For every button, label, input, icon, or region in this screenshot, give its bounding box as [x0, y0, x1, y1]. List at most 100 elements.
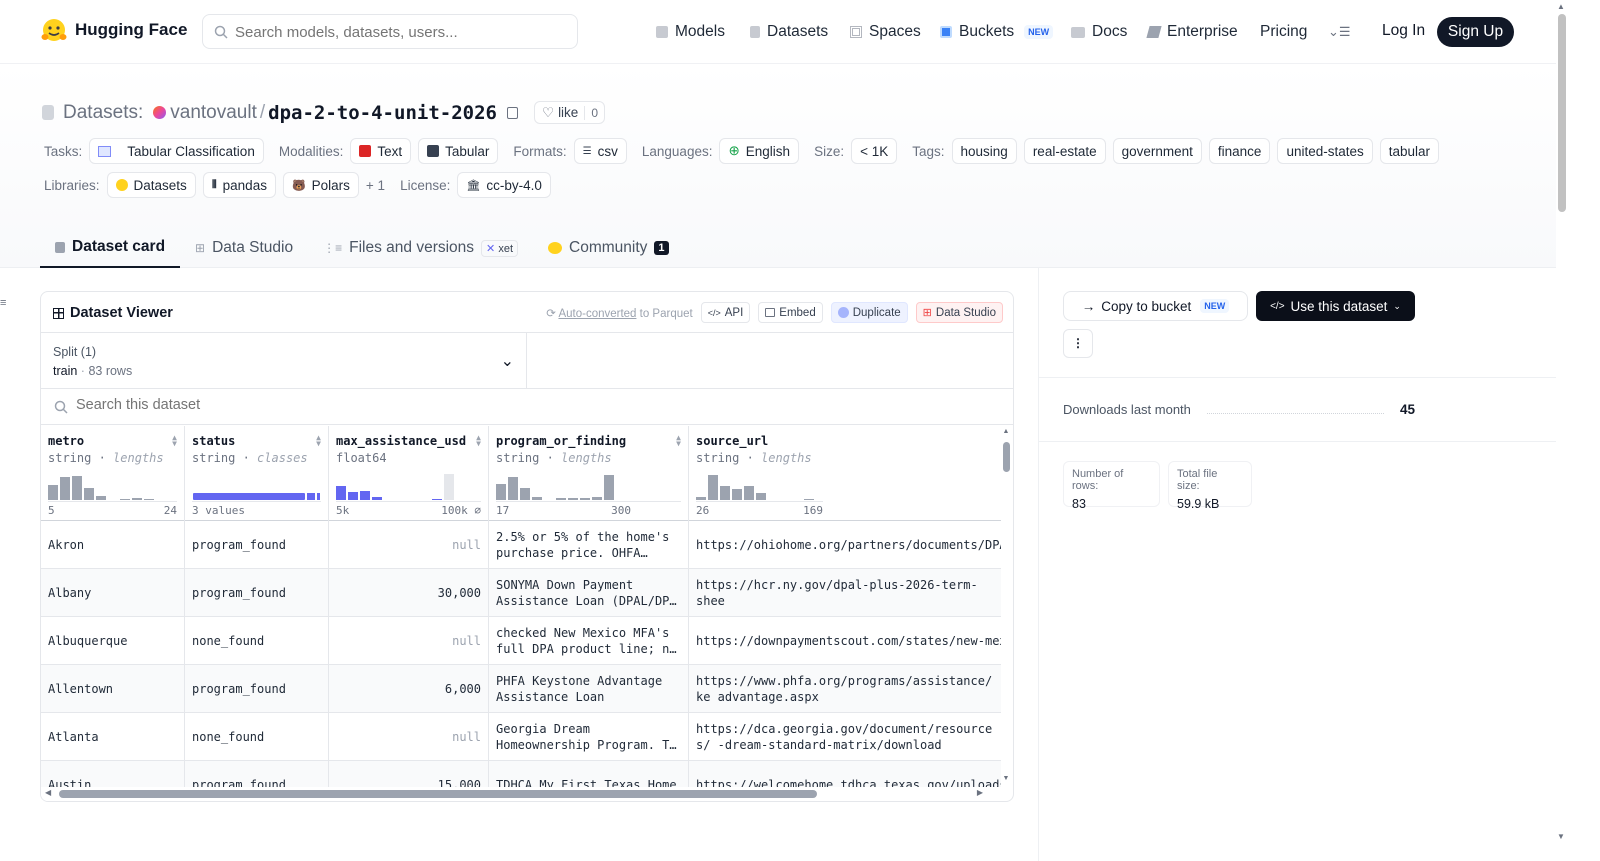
sort-icon[interactable]: ▲ ▼	[676, 434, 681, 448]
copy-to-bucket-button[interactable]: → Copy to bucket NEW	[1063, 291, 1248, 321]
table-cell[interactable]: none_found	[185, 713, 328, 761]
search-input[interactable]	[235, 22, 565, 42]
auto-converted-link[interactable]: ⟳ Auto-converted to Parquet	[546, 306, 692, 320]
table-cell[interactable]: Atlanta	[41, 713, 184, 761]
table-cell[interactable]: program_found	[185, 665, 328, 713]
column-header[interactable]: metro string · lengths ▲ ▼ 5 24	[41, 426, 184, 521]
datasets-prefix[interactable]: Datasets:	[63, 102, 143, 124]
modality-text[interactable]: Text	[350, 138, 412, 164]
table-horizontal-scrollbar[interactable]: ◀ ▶	[41, 787, 1001, 801]
split-selector[interactable]: Split (1) train · 83 rows ⌄	[41, 333, 1013, 389]
table-cell[interactable]: 2.5% or 5% of the home's purchase price.…	[489, 521, 688, 569]
format-tag[interactable]: ☰ csv	[573, 138, 627, 164]
sort-icon[interactable]: ▲ ▼	[476, 434, 481, 448]
language-tag[interactable]: ⊕ English	[719, 138, 800, 164]
tab-dataset-card[interactable]: Dataset card	[40, 228, 181, 268]
scroll-up-arrow[interactable]: ▲	[1557, 2, 1565, 11]
table-cell[interactable]: Albany	[41, 569, 184, 617]
task-tag[interactable]: Tabular Classification	[89, 138, 264, 164]
tag-real-estate[interactable]: real-estate	[1023, 138, 1106, 164]
license-tag[interactable]: 🏛 cc-by-4.0	[457, 172, 551, 198]
nav-models[interactable]: Models	[656, 0, 725, 64]
page-scrollbar[interactable]: ▲ ▼	[1556, 0, 1568, 861]
dataset-search-input[interactable]	[76, 397, 576, 413]
nav-pricing[interactable]: Pricing	[1260, 0, 1307, 64]
table-cell[interactable]: null	[329, 521, 488, 569]
column-header[interactable]: max_assistance_usd float64 ▲ ▼ 5k 100k ⌀	[329, 426, 488, 521]
sort-icon[interactable]: ▲ ▼	[172, 434, 177, 448]
table-cell[interactable]: https://downpaymentscout.com/states/new-…	[689, 617, 1001, 665]
table-cell[interactable]: https://ohiohome.org/partners/documents/…	[689, 521, 1001, 569]
table-cell[interactable]: Georgia Dream Homeownership Program. T…	[489, 713, 688, 761]
nav-enterprise[interactable]: Enterprise	[1146, 0, 1238, 64]
more-menu-icon[interactable]: ⌄☰	[1328, 0, 1351, 64]
signup-button[interactable]: Sign Up	[1437, 17, 1514, 47]
table-vertical-scrollbar[interactable]: ▲ ▼	[1001, 428, 1011, 782]
tab-community[interactable]: Community 1	[533, 228, 684, 268]
table-cell[interactable]: Allentown	[41, 665, 184, 713]
nav-buckets[interactable]: Buckets NEW	[940, 0, 1054, 64]
hugging-face-logo[interactable]	[40, 17, 68, 45]
lib-polars[interactable]: 🐻 Polars	[282, 172, 359, 198]
table-cell[interactable]: https://dca.georgia.gov/document/resourc…	[689, 713, 1001, 761]
search-icon	[214, 25, 228, 39]
table-cell[interactable]: Albuquerque	[41, 617, 184, 665]
tag-government[interactable]: government	[1112, 138, 1202, 164]
brand-name[interactable]: Hugging Face	[75, 20, 187, 40]
tag-housing[interactable]: housing	[951, 138, 1017, 164]
dataset-name[interactable]: dpa-2-to-4-unit-2026	[268, 102, 497, 124]
column-header[interactable]: source_url string · lengths 26 169	[689, 426, 1001, 521]
column-header[interactable]: status string · classes ▲ ▼ 3 values	[185, 426, 328, 521]
scroll-right-arrow[interactable]: ▶	[977, 788, 983, 797]
scroll-down-arrow[interactable]: ▼	[1001, 775, 1011, 782]
tag-finance[interactable]: finance	[1208, 138, 1271, 164]
global-search[interactable]	[202, 14, 578, 49]
nav-docs[interactable]: Docs	[1071, 0, 1127, 64]
scroll-up-arrow[interactable]: ▲	[1001, 428, 1011, 435]
like-button[interactable]: ♡ like 0	[533, 101, 606, 124]
owner-link[interactable]: vantovault	[170, 102, 257, 124]
table-cell[interactable]: program_found	[185, 569, 328, 617]
tab-files[interactable]: ⋮≡ Files and versions ✕ xet	[308, 228, 533, 268]
sidebar-toggle-icon[interactable]: ≡	[0, 297, 6, 309]
scroll-thumb[interactable]	[59, 790, 817, 798]
table-cell[interactable]: 6,000	[329, 665, 488, 713]
more-options-button[interactable]: ⋮	[1063, 329, 1093, 358]
table-cell[interactable]: https://hcr.ny.gov/dpal-plus-2026-term-s…	[689, 569, 1001, 617]
table-cell[interactable]: none_found	[185, 617, 328, 665]
table-cell[interactable]: checked New Mexico MFA's full DPA produc…	[489, 617, 688, 665]
copy-icon[interactable]	[506, 106, 518, 119]
login-link[interactable]: Log In	[1382, 22, 1425, 40]
tag-tabular[interactable]: tabular	[1379, 138, 1440, 164]
scroll-thumb[interactable]	[1558, 14, 1566, 212]
dataset-search[interactable]	[41, 389, 1013, 425]
table-cell[interactable]: https://www.phfa.org/programs/assistance…	[689, 665, 1001, 713]
nav-datasets[interactable]: Datasets	[750, 0, 828, 64]
lib-pandas[interactable]: ⦀ pandas	[202, 172, 276, 198]
duplicate-button[interactable]: Duplicate	[830, 302, 908, 323]
api-button[interactable]: </> API	[700, 302, 751, 323]
data-studio-button[interactable]: ⊞ Data Studio	[915, 302, 1003, 323]
sort-icon[interactable]: ▲ ▼	[316, 434, 321, 448]
column-header[interactable]: program_or_finding string · lengths ▲ ▼ 1…	[489, 426, 688, 521]
table-cell[interactable]: 30,000	[329, 569, 488, 617]
split-dropdown[interactable]: Split (1) train · 83 rows ⌄	[41, 333, 527, 388]
size-tag[interactable]: < 1K	[851, 138, 898, 164]
lib-datasets[interactable]: Datasets	[106, 172, 196, 198]
table-cell[interactable]: SONYMA Down Payment Assistance Loan (DPA…	[489, 569, 688, 617]
use-dataset-button[interactable]: </> Use this dataset ⌄	[1256, 291, 1415, 321]
lib-more[interactable]: + 1	[366, 178, 385, 193]
table-cell[interactable]: null	[329, 713, 488, 761]
scroll-down-arrow[interactable]: ▼	[1557, 832, 1565, 841]
scroll-thumb[interactable]	[1003, 442, 1010, 472]
table-cell[interactable]: Akron	[41, 521, 184, 569]
embed-button[interactable]: Embed	[758, 302, 823, 323]
modality-tabular[interactable]: Tabular	[418, 138, 499, 164]
table-cell[interactable]: null	[329, 617, 488, 665]
tag-united-states[interactable]: united-states	[1277, 138, 1373, 164]
table-cell[interactable]: program_found	[185, 521, 328, 569]
tab-data-studio[interactable]: ⊞ Data Studio	[180, 228, 308, 268]
table-cell[interactable]: PHFA Keystone Advantage Assistance Loan	[489, 665, 688, 713]
nav-spaces[interactable]: Spaces	[850, 0, 921, 64]
scroll-left-arrow[interactable]: ◀	[45, 788, 51, 797]
